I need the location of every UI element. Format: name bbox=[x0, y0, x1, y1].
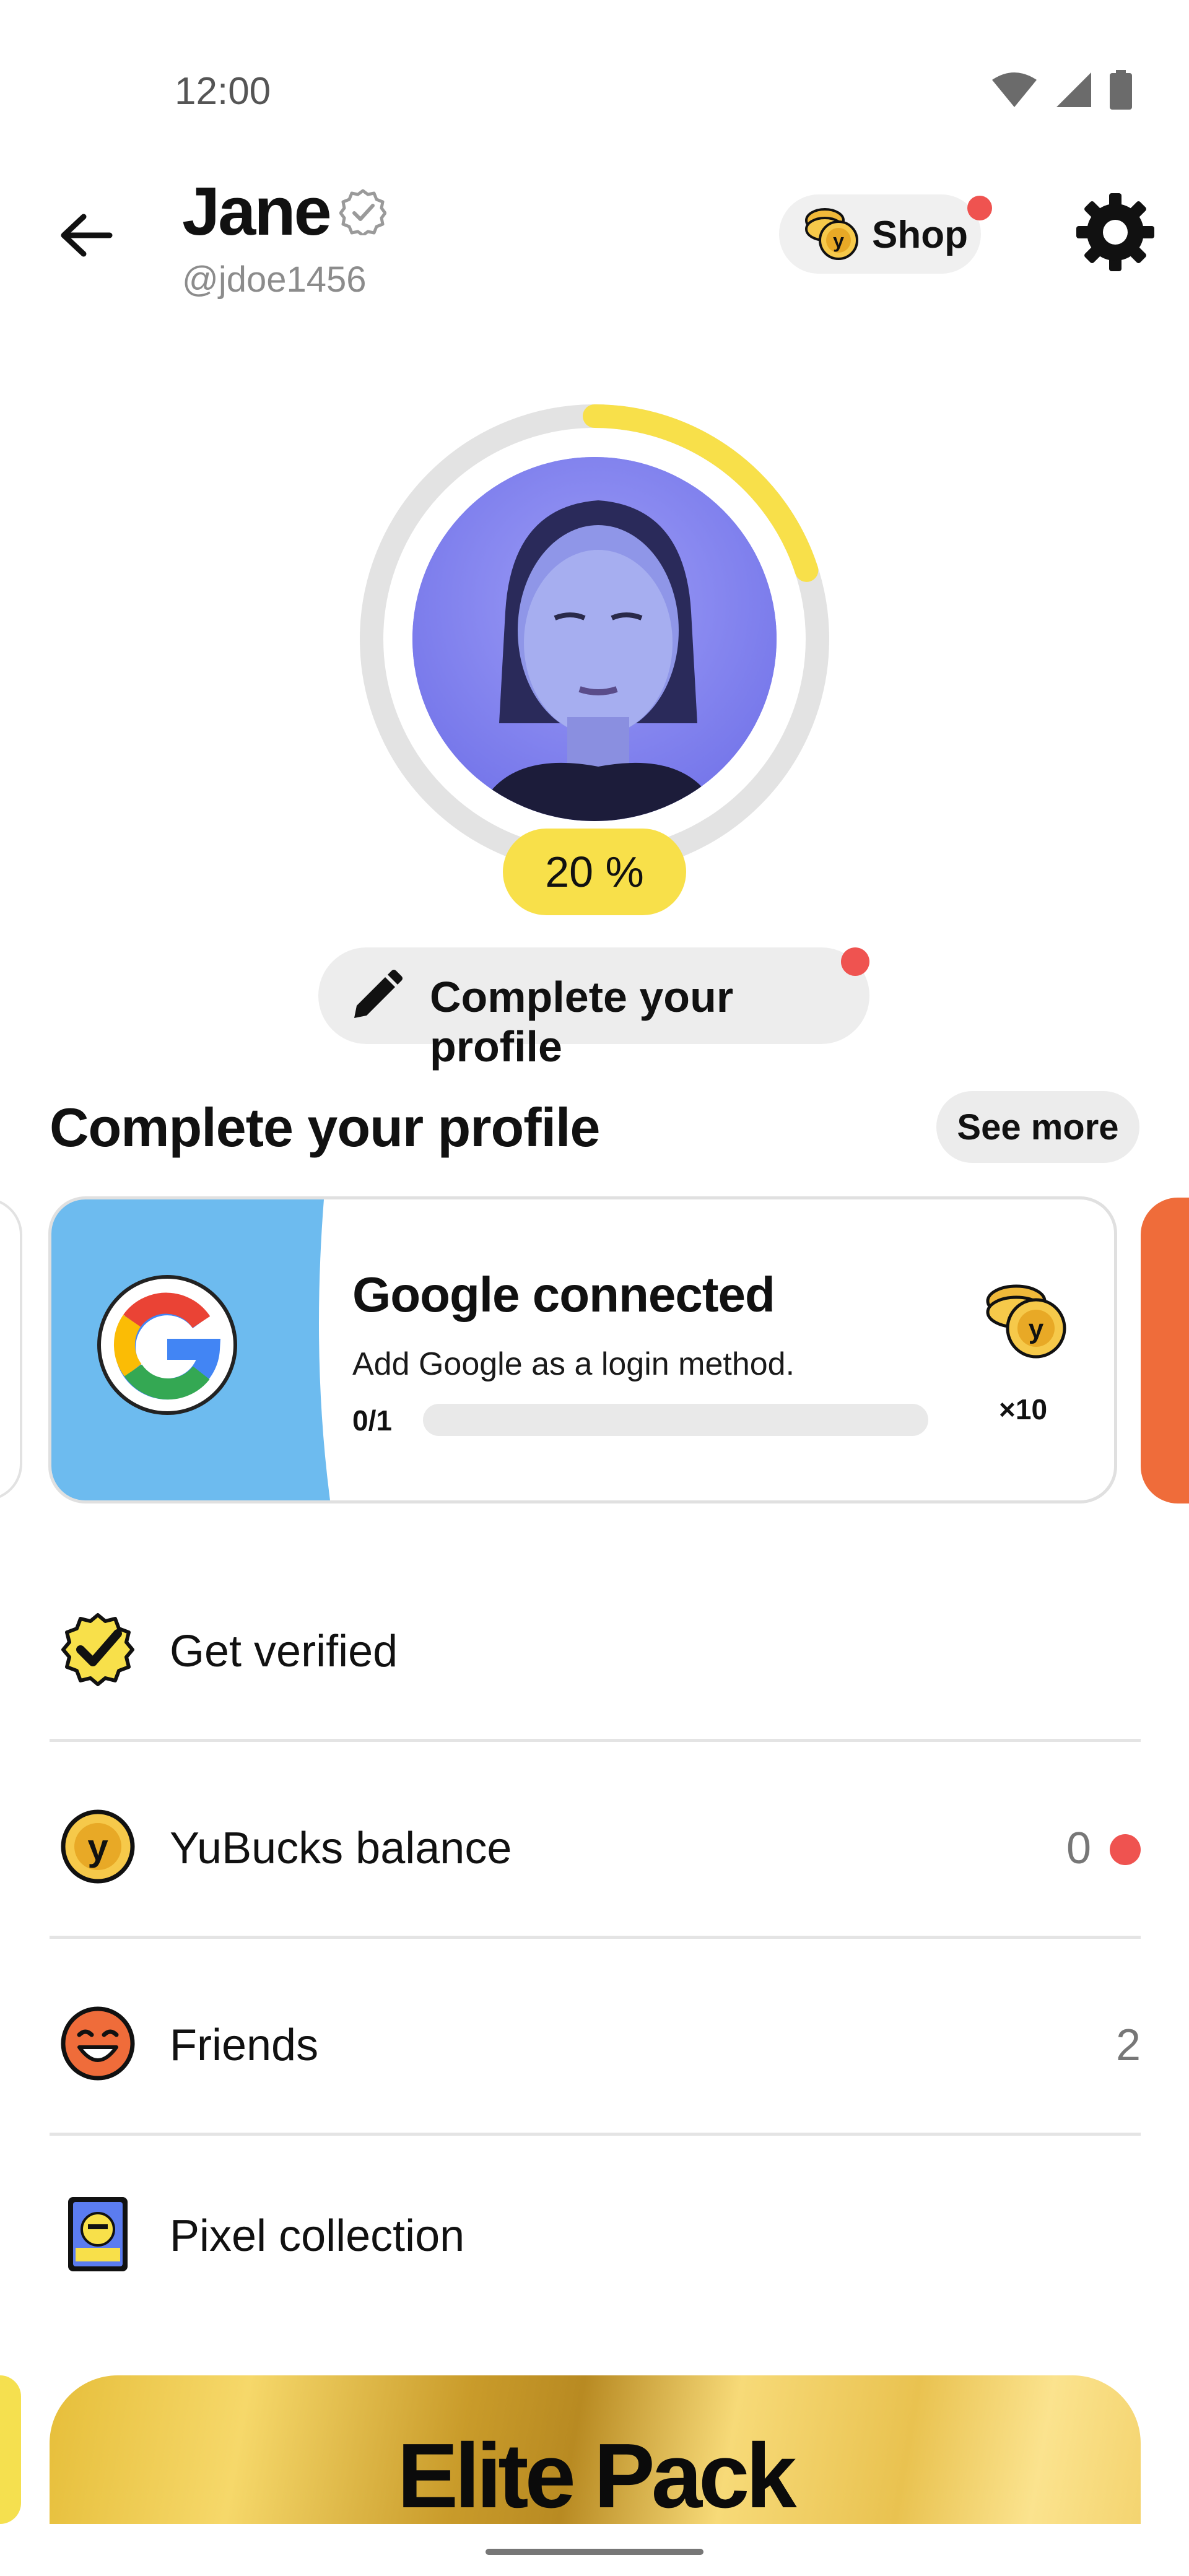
yubucks-notification-dot bbox=[1110, 1834, 1141, 1865]
user-handle: @jdoe1456 bbox=[182, 259, 367, 300]
section-title: Complete your profile bbox=[50, 1097, 600, 1158]
shop-label: Shop bbox=[872, 214, 968, 256]
completion-percent-badge: 20 % bbox=[503, 829, 686, 915]
svg-text:y: y bbox=[87, 1827, 108, 1868]
row-label: Get verified bbox=[170, 1627, 398, 1676]
status-time: 12:00 bbox=[175, 70, 271, 113]
coin-stack-icon: y bbox=[986, 1284, 1066, 1359]
gear-icon[interactable] bbox=[1075, 192, 1156, 272]
task-card-progress-bar bbox=[423, 1404, 928, 1436]
list-item-friends[interactable]: Friends 2 bbox=[50, 1939, 1141, 2136]
row-label: Pixel collection bbox=[170, 2211, 465, 2261]
pencil-icon bbox=[354, 970, 403, 1018]
divider bbox=[50, 1739, 1141, 1742]
yubuck-coin-icon: y bbox=[61, 1809, 135, 1884]
check-badge-icon bbox=[339, 189, 386, 235]
home-indicator[interactable] bbox=[486, 2549, 703, 2555]
task-card-reward: ×10 bbox=[999, 1393, 1048, 1425]
row-label: Friends bbox=[170, 2021, 319, 2070]
back-arrow-icon bbox=[61, 214, 113, 257]
see-more-button[interactable]: See more bbox=[936, 1091, 1139, 1163]
cellular-signal-icon bbox=[1056, 72, 1091, 107]
portrait-image bbox=[412, 457, 777, 821]
battery-icon bbox=[1110, 70, 1132, 110]
pixel-card-icon bbox=[68, 2197, 128, 2271]
elite-pack-label: Elite Pack bbox=[397, 2425, 796, 2524]
user-name: Jane bbox=[182, 173, 332, 250]
previous-banner[interactable] bbox=[0, 2375, 21, 2524]
shop-notification-dot bbox=[967, 196, 992, 220]
next-card[interactable] bbox=[1141, 1198, 1189, 1503]
complete-profile-label: Complete your profile bbox=[430, 973, 734, 1071]
wifi-icon bbox=[992, 72, 1037, 107]
shop-button[interactable]: y Shop bbox=[779, 194, 981, 274]
status-icons bbox=[991, 68, 1132, 111]
yubucks-balance-value: 0 bbox=[1066, 1824, 1091, 1873]
task-card-google[interactable]: Google connected Add Google as a login m… bbox=[48, 1196, 1117, 1503]
smiley-face-icon bbox=[61, 2006, 135, 2081]
svg-text:y: y bbox=[833, 230, 844, 252]
friends-count: 2 bbox=[1115, 2021, 1141, 2070]
elite-pack-banner[interactable]: Elite Pack bbox=[50, 2375, 1141, 2524]
google-logo-icon bbox=[97, 1275, 237, 1415]
task-card-description: Add Google as a login method. bbox=[352, 1346, 795, 1382]
list-item-get-verified[interactable]: Get verified bbox=[50, 1546, 1141, 1743]
complete-profile-notification-dot bbox=[841, 947, 869, 976]
list-item-yubucks-balance[interactable]: y YuBucks balance 0 bbox=[50, 1743, 1141, 1939]
task-card-progress-text: 0/1 bbox=[352, 1404, 392, 1437]
coin-stack-icon: y bbox=[805, 208, 858, 260]
verified-badge-icon bbox=[61, 1613, 134, 1686]
list-item-pixel-collection[interactable]: Pixel collection bbox=[50, 2130, 1141, 2327]
task-card-title: Google connected bbox=[352, 1267, 775, 1322]
row-label: YuBucks balance bbox=[170, 1824, 512, 1873]
previous-card[interactable] bbox=[0, 1198, 22, 1501]
complete-profile-button[interactable]: Complete your profile bbox=[318, 947, 869, 1071]
divider bbox=[50, 1936, 1141, 1939]
back-button[interactable] bbox=[54, 204, 116, 266]
avatar bbox=[412, 457, 777, 821]
svg-text:y: y bbox=[1029, 1314, 1044, 1344]
